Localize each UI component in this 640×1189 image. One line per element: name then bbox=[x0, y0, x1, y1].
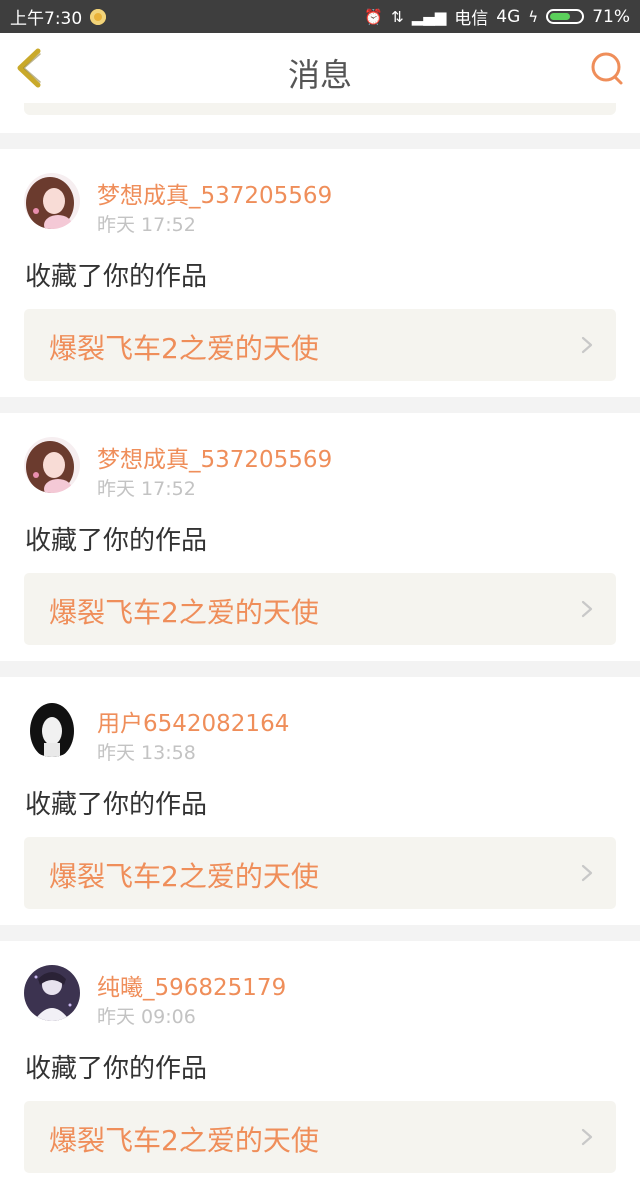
status-time: 上午7:30 bbox=[10, 9, 83, 29]
battery-icon bbox=[546, 9, 585, 24]
search-button[interactable] bbox=[588, 49, 628, 89]
message-card: 梦想成真_537205569 昨天 17:52 收藏了你的作品 爆裂飞车2之爱的… bbox=[0, 149, 640, 397]
action-text: 收藏了你的作品 bbox=[25, 526, 208, 556]
chevron-right-icon bbox=[581, 1128, 593, 1146]
avatar[interactable] bbox=[24, 965, 80, 1021]
username[interactable]: 纯曦_596825179 bbox=[97, 968, 286, 1002]
timestamp: 昨天 13:58 bbox=[97, 742, 196, 764]
battery-percent: 71% bbox=[592, 6, 630, 27]
avatar-girl-brown-hair bbox=[24, 437, 80, 493]
action-text: 收藏了你的作品 bbox=[25, 262, 208, 292]
message-card: 用户6542082164 昨天 13:58 收藏了你的作品 爆裂飞车2之爱的天使 bbox=[0, 677, 640, 925]
status-right: ⏰ ⇅ ▂▄▆ 电信 4G ϟ 71% bbox=[364, 4, 630, 30]
username[interactable]: 梦想成真_537205569 bbox=[97, 440, 332, 474]
work-title: 爆裂飞车2之爱的天使 bbox=[49, 1124, 319, 1157]
avatar-girl-brown-hair bbox=[24, 173, 80, 229]
search-icon bbox=[591, 52, 623, 85]
avatar[interactable] bbox=[24, 173, 80, 229]
work-title: 爆裂飞车2之爱的天使 bbox=[49, 860, 319, 893]
work-title: 爆裂飞车2之爱的天使 bbox=[49, 596, 319, 629]
card-divider bbox=[0, 661, 640, 677]
action-text: 收藏了你的作品 bbox=[25, 790, 208, 820]
chevron-right-icon bbox=[581, 336, 593, 354]
avatar-boy-purple bbox=[24, 965, 80, 1021]
card-divider bbox=[0, 133, 640, 149]
notification-icon bbox=[90, 8, 107, 25]
status-bar: 上午7:30 ⏰ ⇅ ▂▄▆ 电信 4G ϟ 71% bbox=[0, 0, 640, 33]
work-link[interactable]: 爆裂飞车2之爱的天使 bbox=[24, 573, 616, 645]
message-card: 纯曦_596825179 昨天 09:06 收藏了你的作品 爆裂飞车2之爱的天使 bbox=[0, 941, 640, 1189]
work-link[interactable]: 爆裂飞车2之爱的天使 bbox=[24, 1101, 616, 1173]
timestamp: 昨天 09:06 bbox=[97, 1006, 196, 1028]
action-text: 收藏了你的作品 bbox=[25, 1054, 208, 1084]
timestamp: 昨天 17:52 bbox=[97, 478, 196, 500]
nav-bar: 消息 bbox=[0, 33, 640, 104]
username[interactable]: 梦想成真_537205569 bbox=[97, 176, 332, 210]
previous-work-box[interactable] bbox=[24, 103, 616, 115]
data-transfer-icon: ⇅ bbox=[391, 7, 404, 26]
signal-icon: ▂▄▆ bbox=[411, 7, 447, 26]
chevron-right-icon bbox=[581, 600, 593, 618]
chevron-right-icon bbox=[581, 864, 593, 882]
message-feed[interactable]: 梦想成真_537205569 昨天 17:52 收藏了你的作品 爆裂飞车2之爱的… bbox=[0, 103, 640, 1189]
carrier-label: 电信 bbox=[454, 9, 489, 29]
work-link[interactable]: 爆裂飞车2之爱的天使 bbox=[24, 309, 616, 381]
card-divider bbox=[0, 397, 640, 413]
work-link[interactable]: 爆裂飞车2之爱的天使 bbox=[24, 837, 616, 909]
network-label: 4G bbox=[496, 6, 521, 27]
card-divider bbox=[0, 925, 640, 941]
battery-fill bbox=[550, 13, 571, 20]
work-title: 爆裂飞车2之爱的天使 bbox=[49, 332, 319, 365]
charging-icon: ϟ bbox=[528, 7, 539, 26]
avatar[interactable] bbox=[24, 701, 80, 757]
page-title: 消息 bbox=[287, 56, 352, 94]
previous-card-remnant bbox=[0, 103, 640, 133]
username[interactable]: 用户6542082164 bbox=[97, 704, 289, 738]
avatar[interactable] bbox=[24, 437, 80, 493]
alarm-icon: ⏰ bbox=[364, 7, 384, 26]
message-card: 梦想成真_537205569 昨天 17:52 收藏了你的作品 爆裂飞车2之爱的… bbox=[0, 413, 640, 661]
status-left: 上午7:30 bbox=[10, 4, 107, 29]
avatar-girl-black-hair bbox=[24, 701, 80, 757]
timestamp: 昨天 17:52 bbox=[97, 214, 196, 236]
